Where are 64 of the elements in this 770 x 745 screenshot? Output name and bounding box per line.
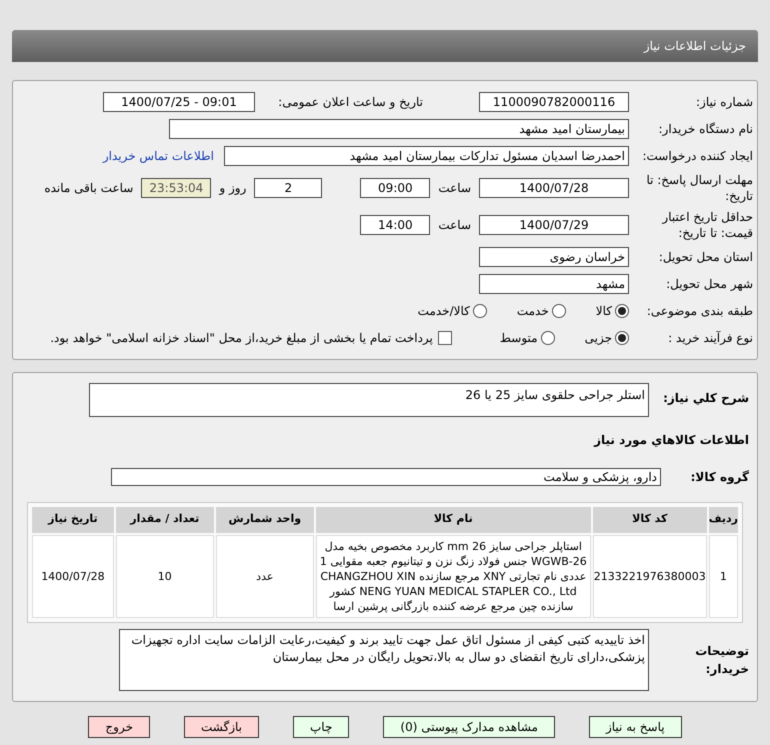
radio-button[interactable]	[472, 304, 487, 318]
column-header: کد کالا	[592, 506, 707, 532]
notes-field[interactable]: اخذ تاییدیه کتبی کیفی از مسئول اتاق عمل جهت تایید برند و کیفیت،رعایت الزامات سایت اداره تجهیزات پزشکی،دارای تاریخ انقضای دو سال به بالا،تحویل رایگان در محل بیمارستان	[119, 628, 649, 690]
radio-button[interactable]	[615, 331, 629, 345]
field-value[interactable]: خراسان رضوی	[479, 247, 629, 267]
field-label: نام دستگاه خریدار:	[658, 121, 753, 137]
days-label: روز و	[219, 180, 246, 197]
column-header: تعداد / مقدار	[116, 506, 214, 532]
radio-button[interactable]	[540, 331, 555, 345]
action-button[interactable]: مشاهده مدارک پیوستی (0)	[383, 716, 555, 738]
field-value[interactable]: 2	[254, 178, 322, 198]
table-cell: 1400/07/28	[32, 534, 114, 618]
action-button[interactable]: بازگشت	[184, 716, 259, 738]
radio-label: کالا/خدمت	[418, 303, 470, 320]
field-label: گروه کالا:	[690, 468, 749, 486]
checkbox-label: پرداخت تمام یا بخشی از مبلغ خرید،از محل "اسناد خزانه اسلامی" خواهد بود.	[50, 330, 433, 347]
radio-label: جزیی	[584, 330, 612, 347]
time-label: ساعت	[438, 180, 471, 197]
radio-label: خدمت	[516, 303, 549, 320]
table-cell: 2133221976380003	[592, 534, 707, 618]
column-header: ردیف	[708, 506, 738, 532]
field-value[interactable]: 1400/07/25 - 09:01	[103, 92, 255, 112]
field-value[interactable]: 1400/07/28	[479, 178, 629, 198]
column-header: نام کالا	[316, 506, 591, 532]
checkbox[interactable]	[438, 331, 452, 345]
field-label: ایجاد کننده درخواست:	[641, 148, 753, 164]
action-button[interactable]: پاسخ به نیاز	[588, 716, 682, 738]
table-cell: 10	[116, 534, 214, 618]
field-value[interactable]: 1100090782000116	[479, 92, 629, 112]
contact-link[interactable]: اطلاعات تماس خریدار	[102, 147, 214, 165]
field-label: استان محل تحویل:	[658, 249, 753, 265]
field-value[interactable]: 23:53:04	[141, 178, 212, 198]
field-label: طبقه بندی موضوعی:	[646, 303, 753, 319]
time-label: ساعت	[438, 217, 471, 234]
table-cell: 1	[708, 534, 738, 618]
column-header: واحد شمارش	[216, 506, 314, 532]
table-cell: استاپلر جراحی سایز 26 mm کاربرد مخصوص بخیه مدل WGWB-26 جنس فولاد زنگ نزن و تیتانیوم جعبه مقوایی 1 عددی نام تجارتی XNY مرجع سازنده CHANGZHOU XIN NENG YUAN MEDICAL STAPLER CO., Ltd کشور سازنده چین مرجع عرضه کننده بازرگانی پرشین ارسا	[316, 534, 591, 618]
action-button[interactable]: چاپ	[293, 716, 350, 738]
remaining-label: ساعت باقی مانده	[44, 180, 134, 197]
field-value[interactable]: 14:00	[360, 215, 430, 235]
field-label: تاریخ و ساعت اعلان عمومی:	[277, 94, 423, 111]
table-cell: عدد	[216, 534, 314, 618]
radio-button[interactable]	[615, 304, 629, 318]
field-value[interactable]: مشهد	[479, 274, 629, 294]
field-value[interactable]: 09:00	[360, 178, 430, 198]
field-label: حداقل تاریخ اعتبار قیمت: تا تاریخ:	[660, 209, 753, 241]
field-value[interactable]: دارو، پزشکی و سلامت	[111, 468, 661, 486]
field-label: شرح كلي نياز:	[662, 390, 749, 407]
action-button[interactable]: خروج	[88, 716, 150, 738]
column-header: تاریخ نیاز	[32, 506, 114, 532]
summary-field[interactable]: استلر جراحی حلقوی سایز 25 یا 26	[89, 383, 649, 417]
field-value[interactable]: بیمارستان امید مشهد	[169, 119, 629, 139]
radio-button[interactable]	[552, 304, 566, 318]
field-label: شهر محل تحویل:	[665, 276, 753, 292]
radio-label: کالا	[596, 303, 612, 320]
section-heading: اطلاعات كالاهاي مورد نياز	[594, 433, 749, 447]
page-title: جزئیات اطلاعات نیاز	[644, 38, 746, 55]
field-value[interactable]: احمدرضا اسدیان مسئول تدارکات بیمارستان امید مشهد	[224, 146, 629, 166]
field-label: شماره نیاز:	[695, 94, 753, 110]
field-label: مهلت ارسال پاسخ: تا تاریخ:	[645, 172, 753, 204]
field-label: نوع فرآیند خرید :	[667, 330, 753, 346]
radio-label: متوسط	[500, 330, 538, 347]
field-value[interactable]: 1400/07/29	[479, 215, 629, 235]
field-label: توضیحات خریدار:	[694, 642, 749, 678]
